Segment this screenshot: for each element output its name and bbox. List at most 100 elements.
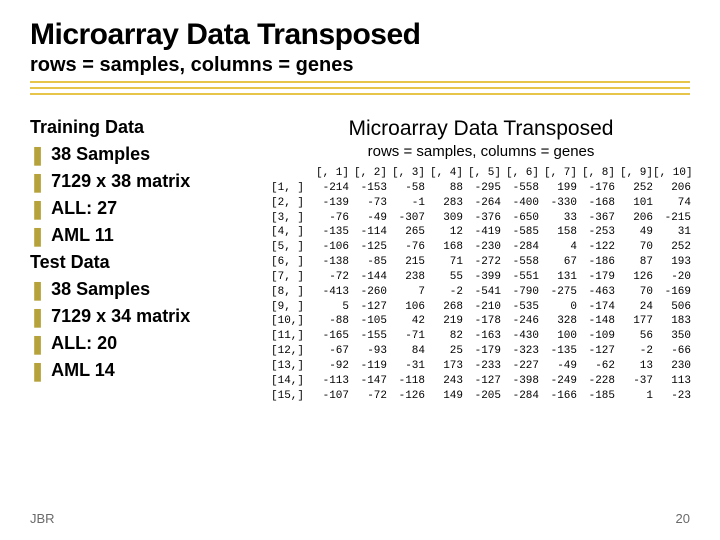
cell: 71 bbox=[425, 255, 463, 270]
row-label: [2, ] bbox=[271, 196, 311, 211]
cell: -85 bbox=[349, 255, 387, 270]
cell: [, 1] bbox=[311, 166, 349, 181]
cell: -246 bbox=[501, 314, 539, 329]
divider bbox=[30, 81, 690, 95]
table-row: [13,]-92-119-31173-233-227-49-6213230 bbox=[271, 359, 691, 374]
row-label: [1, ] bbox=[271, 181, 311, 196]
cell: -551 bbox=[501, 270, 539, 285]
cell: 0 bbox=[539, 300, 577, 315]
table-row: [8, ]-413-2607-2-541-790-275-46370-169 bbox=[271, 285, 691, 300]
cell: 199 bbox=[539, 181, 577, 196]
cell: -127 bbox=[463, 374, 501, 389]
page-subtitle: rows = samples, columns = genes bbox=[30, 54, 690, 77]
cell: -330 bbox=[539, 196, 577, 211]
cell: -284 bbox=[501, 240, 539, 255]
cell: -186 bbox=[577, 255, 615, 270]
cell: 177 bbox=[615, 314, 653, 329]
cell: -367 bbox=[577, 211, 615, 226]
heading-test: Test Data bbox=[30, 252, 265, 273]
cell: -169 bbox=[653, 285, 691, 300]
cell: 56 bbox=[615, 329, 653, 344]
cell: -398 bbox=[501, 374, 539, 389]
cell: -2 bbox=[615, 344, 653, 359]
cell: -71 bbox=[387, 329, 425, 344]
cell: -174 bbox=[577, 300, 615, 315]
cell: 84 bbox=[387, 344, 425, 359]
item-label: 38 Samples bbox=[51, 144, 150, 165]
list-item: ❚7129 x 34 matrix bbox=[30, 306, 265, 327]
data-matrix: [, 1][, 2][, 3][, 4][, 5][, 6][, 7][, 8]… bbox=[271, 166, 691, 404]
cell: 183 bbox=[653, 314, 691, 329]
cell: -535 bbox=[501, 300, 539, 315]
table-row: [11,]-165-155-7182-163-430100-10956350 bbox=[271, 329, 691, 344]
cell: -135 bbox=[539, 344, 577, 359]
cell: -147 bbox=[349, 374, 387, 389]
cell: -284 bbox=[501, 389, 539, 404]
list-item: ❚ ALL: 20 bbox=[30, 333, 265, 354]
table-row: [10,]-88-10542219-178-246328-148177183 bbox=[271, 314, 691, 329]
list-item: ❚38 Samples bbox=[30, 279, 265, 300]
cell: -135 bbox=[311, 225, 349, 240]
cell: 87 bbox=[615, 255, 653, 270]
cell: -138 bbox=[311, 255, 349, 270]
item-label: ALL: 20 bbox=[51, 333, 117, 354]
cell: -227 bbox=[501, 359, 539, 374]
table-row: [3, ]-76-49-307309-376-65033-367206-215 bbox=[271, 211, 691, 226]
cell: -165 bbox=[311, 329, 349, 344]
cell: [, 9] bbox=[615, 166, 653, 181]
cell: -541 bbox=[463, 285, 501, 300]
cell: [, 3] bbox=[387, 166, 425, 181]
cell: 100 bbox=[539, 329, 577, 344]
cell: -323 bbox=[501, 344, 539, 359]
cell: -67 bbox=[311, 344, 349, 359]
bullet-icon: ❚ bbox=[30, 146, 45, 164]
row-label: [10,] bbox=[271, 314, 311, 329]
item-label: ALL: 27 bbox=[51, 198, 117, 219]
cell: -72 bbox=[349, 389, 387, 404]
cell: -31 bbox=[387, 359, 425, 374]
cell: -126 bbox=[387, 389, 425, 404]
table-row: [5, ]-106-125-76168-230-2844-12270252 bbox=[271, 240, 691, 255]
cell: -49 bbox=[349, 211, 387, 226]
cell: [, 10] bbox=[653, 166, 691, 181]
cell: -72 bbox=[311, 270, 349, 285]
cell: 49 bbox=[615, 225, 653, 240]
cell: -1 bbox=[387, 196, 425, 211]
cell: 206 bbox=[653, 181, 691, 196]
heading-training: Training Data bbox=[30, 117, 265, 138]
cell: -92 bbox=[311, 359, 349, 374]
list-item: ❚ 38 Samples bbox=[30, 144, 265, 165]
cell: [, 2] bbox=[349, 166, 387, 181]
cell: -253 bbox=[577, 225, 615, 240]
cell: -275 bbox=[539, 285, 577, 300]
row-label: [11,] bbox=[271, 329, 311, 344]
table-row: [6, ]-138-8521571-272-55867-18687193 bbox=[271, 255, 691, 270]
bullet-icon: ❚ bbox=[30, 335, 45, 353]
cell: -107 bbox=[311, 389, 349, 404]
cell: 42 bbox=[387, 314, 425, 329]
cell: -210 bbox=[463, 300, 501, 315]
cell: -76 bbox=[311, 211, 349, 226]
cell: -228 bbox=[577, 374, 615, 389]
cell: 7 bbox=[387, 285, 425, 300]
list-item: ❚AML 14 bbox=[30, 360, 265, 381]
cell: 31 bbox=[653, 225, 691, 240]
cell: 238 bbox=[387, 270, 425, 285]
cell: 131 bbox=[539, 270, 577, 285]
cell: 82 bbox=[425, 329, 463, 344]
cell: [, 8] bbox=[577, 166, 615, 181]
cell: -400 bbox=[501, 196, 539, 211]
cell: 283 bbox=[425, 196, 463, 211]
cell: -419 bbox=[463, 225, 501, 240]
footer: JBR 20 bbox=[30, 511, 690, 526]
cell: -272 bbox=[463, 255, 501, 270]
cell: 88 bbox=[425, 181, 463, 196]
cell: 13 bbox=[615, 359, 653, 374]
cell: 24 bbox=[615, 300, 653, 315]
cell: -88 bbox=[311, 314, 349, 329]
cell: -119 bbox=[349, 359, 387, 374]
cell: -178 bbox=[463, 314, 501, 329]
item-label: AML 11 bbox=[51, 225, 114, 246]
bullet-icon: ❚ bbox=[30, 362, 45, 380]
row-label: [8, ] bbox=[271, 285, 311, 300]
